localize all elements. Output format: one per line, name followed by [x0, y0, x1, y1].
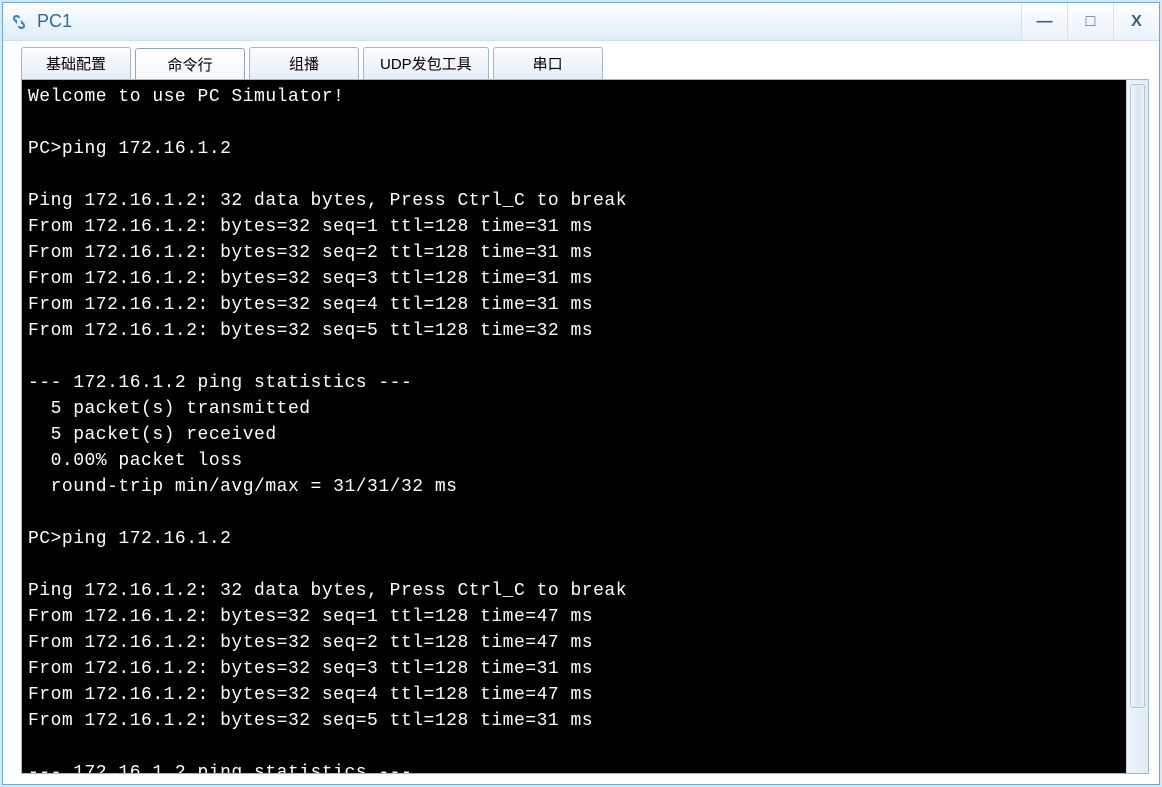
maximize-button[interactable]: □ — [1067, 3, 1113, 40]
tab-multicast[interactable]: 组播 — [249, 47, 359, 79]
tab-label: 组播 — [289, 53, 319, 74]
tab-label: 基础配置 — [46, 53, 106, 74]
tab-label: 串口 — [533, 53, 563, 74]
tab-command-line[interactable]: 命令行 — [135, 48, 245, 80]
titlebar: PC1 — □ X — [3, 3, 1159, 41]
minimize-button[interactable]: — — [1021, 3, 1067, 40]
tab-udp-tool[interactable]: UDP发包工具 — [363, 47, 489, 79]
window-controls: — □ X — [1021, 3, 1159, 40]
scroll-thumb[interactable] — [1130, 84, 1145, 708]
tab-serial[interactable]: 串口 — [493, 47, 603, 79]
terminal-container: Welcome to use PC Simulator! PC>ping 172… — [21, 79, 1149, 774]
tab-label: UDP发包工具 — [380, 53, 472, 74]
scrollbar[interactable] — [1126, 80, 1148, 773]
app-icon — [9, 12, 29, 32]
window-title: PC1 — [37, 11, 1021, 32]
tab-label: 命令行 — [167, 54, 212, 75]
close-button[interactable]: X — [1113, 3, 1159, 40]
terminal-output[interactable]: Welcome to use PC Simulator! PC>ping 172… — [22, 80, 1126, 773]
app-window: PC1 — □ X 基础配置 命令行 组播 UDP发包工具 串口 Welcome… — [2, 2, 1160, 785]
tabstrip: 基础配置 命令行 组播 UDP发包工具 串口 — [3, 41, 1159, 79]
tab-basic-config[interactable]: 基础配置 — [21, 47, 131, 79]
